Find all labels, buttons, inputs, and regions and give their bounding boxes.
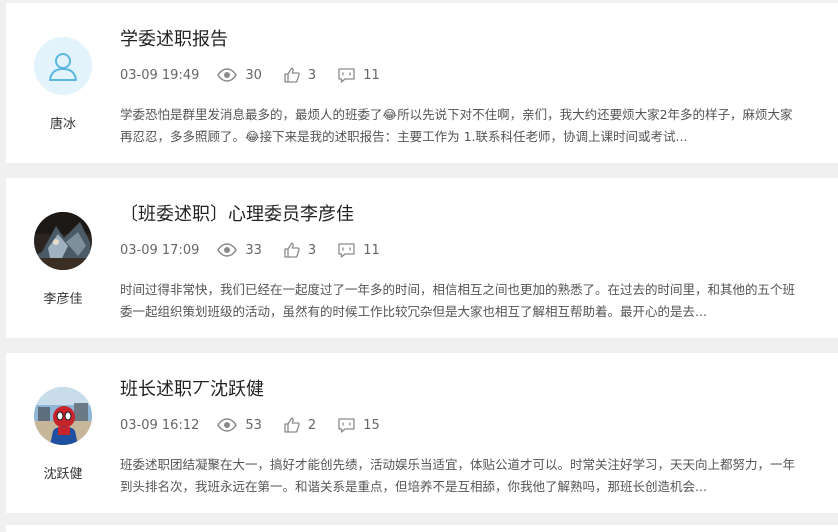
eye-icon xyxy=(217,68,238,82)
avatar[interactable] xyxy=(34,387,92,445)
excerpt-line: 到头排名次，我班永远在第一。和谐关系是重点，但培养不是互相舔，你我他了解熟吗，那… xyxy=(120,479,707,494)
comment-icon xyxy=(338,242,355,258)
thumbs-up-icon xyxy=(284,417,300,433)
like-count-value: 3 xyxy=(307,67,317,83)
photo-avatar-icon xyxy=(34,212,92,270)
avatar[interactable] xyxy=(34,37,92,95)
post-meta: 03-09 16:12 53 2 15 xyxy=(120,416,402,434)
view-count-value: 53 xyxy=(245,417,262,433)
excerpt-line: 班委述职团结凝聚在大一，搞好才能创先绩，活动娱乐当适宜，体贴公道才可以。时常关注… xyxy=(120,457,796,472)
post-title[interactable]: 〔班委述职〕心理委员李彦佳 xyxy=(120,200,354,226)
post-excerpt[interactable]: 时间过得非常快，我们已经在一起度过了一年多的时间，相信相互之间也更加的熟悉了。在… xyxy=(120,279,832,323)
post-meta: 03-09 19:49 30 3 11 xyxy=(120,66,402,84)
like-count[interactable]: 3 xyxy=(284,242,316,258)
thumbs-up-icon xyxy=(284,242,300,258)
view-count-value: 33 xyxy=(245,242,262,258)
excerpt-line: 再忍忍，多多照顾了。😂接下来是我的述职报告：主要工作为 1.联系科任老师，协调上… xyxy=(120,129,688,144)
post-title[interactable]: 学委述职报告 xyxy=(120,25,228,51)
post-title[interactable]: 班长述职丆沈跃健 xyxy=(120,375,264,401)
like-count[interactable]: 3 xyxy=(284,67,316,83)
like-count-value: 2 xyxy=(307,417,317,433)
excerpt-line: 委一起组织策划班级的活动，虽然有的时候工作比较冗杂但是大家也相互了解相互帮助着。… xyxy=(120,304,707,319)
next-card-edge xyxy=(6,525,838,532)
comment-count[interactable]: 15 xyxy=(338,418,380,433)
spiderman-avatar-icon xyxy=(34,387,92,445)
author-block: 李彦佳 xyxy=(33,212,93,307)
eye-icon xyxy=(217,243,238,257)
default-user-icon xyxy=(49,53,77,81)
view-count-value: 30 xyxy=(245,67,262,83)
post-meta: 03-09 17:09 33 3 11 xyxy=(120,241,402,259)
post-card[interactable]: 李彦佳 〔班委述职〕心理委员李彦佳 03-09 17:09 33 3 11 时间… xyxy=(6,178,838,338)
like-count[interactable]: 2 xyxy=(284,417,316,433)
avatar[interactable] xyxy=(34,212,92,270)
post-feed: 唐冰 学委述职报告 03-09 19:49 30 3 11 学委恐怕是群里发消息… xyxy=(0,0,838,532)
post-excerpt[interactable]: 班委述职团结凝聚在大一，搞好才能创先绩，活动娱乐当适宜，体贴公道才可以。时常关注… xyxy=(120,454,832,498)
author-name[interactable]: 沈跃健 xyxy=(33,463,93,482)
author-block: 沈跃健 xyxy=(33,387,93,482)
comment-icon xyxy=(338,67,355,83)
view-count: 33 xyxy=(217,243,262,258)
author-block: 唐冰 xyxy=(33,37,93,132)
comment-count-value: 15 xyxy=(363,417,380,433)
excerpt-line: 学委恐怕是群里发消息最多的，最烦人的班委了😂所以先说下对不住啊，亲们，我大约还要… xyxy=(120,107,793,122)
post-date: 03-09 16:12 xyxy=(120,417,200,433)
post-card[interactable]: 唐冰 学委述职报告 03-09 19:49 30 3 11 学委恐怕是群里发消息… xyxy=(6,3,838,163)
comment-count-value: 11 xyxy=(363,67,380,83)
comment-icon xyxy=(338,417,355,433)
like-count-value: 3 xyxy=(307,242,317,258)
view-count: 53 xyxy=(217,418,262,433)
author-name[interactable]: 李彦佳 xyxy=(33,288,93,307)
post-excerpt[interactable]: 学委恐怕是群里发消息最多的，最烦人的班委了😂所以先说下对不住啊，亲们，我大约还要… xyxy=(120,104,832,148)
post-date: 03-09 17:09 xyxy=(120,242,200,258)
eye-icon xyxy=(217,418,238,432)
post-date: 03-09 19:49 xyxy=(120,67,200,83)
comment-count[interactable]: 11 xyxy=(338,243,380,258)
comment-count-value: 11 xyxy=(363,242,380,258)
view-count: 30 xyxy=(217,68,262,83)
comment-count[interactable]: 11 xyxy=(338,68,380,83)
author-name[interactable]: 唐冰 xyxy=(33,113,93,132)
excerpt-line: 时间过得非常快，我们已经在一起度过了一年多的时间，相信相互之间也更加的熟悉了。在… xyxy=(120,282,796,297)
thumbs-up-icon xyxy=(284,67,300,83)
post-card[interactable]: 沈跃健 班长述职丆沈跃健 03-09 16:12 53 2 15 班委述职团结凝… xyxy=(6,353,838,513)
